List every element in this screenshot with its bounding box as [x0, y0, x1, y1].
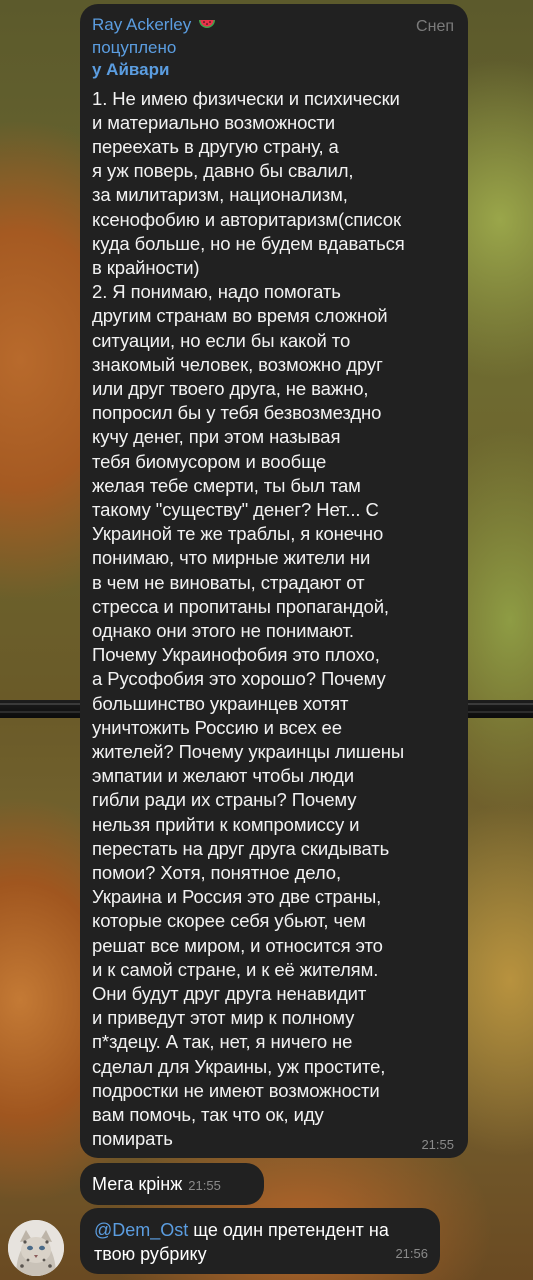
sender-tag: Снеп — [416, 18, 454, 35]
message-bubble[interactable]: @Dem_Ost ще один претендент на твою рубр… — [80, 1208, 440, 1274]
forwarded-message-bubble[interactable]: Ray Ackerley Снеп поцуплено у Айвари 1. … — [80, 4, 468, 1158]
message-text: 1. Не имею физически и психически и мате… — [92, 87, 405, 1150]
sender-name-row: Ray Ackerley — [92, 14, 452, 37]
forwarded-label: поцуплено — [92, 37, 177, 57]
message-time: 21:55 — [188, 1178, 221, 1193]
sender-name[interactable]: Ray Ackerley — [92, 15, 191, 34]
message-time: 21:55 — [421, 1137, 454, 1152]
user-mention-link[interactable]: @Dem_Ost — [94, 1220, 188, 1240]
forwarded-from[interactable]: у Айвари — [92, 59, 452, 81]
message-text: Мега крінж — [92, 1174, 183, 1194]
watermelon-icon — [198, 15, 216, 37]
message-time: 21:56 — [395, 1246, 428, 1261]
message-bubble[interactable]: Мега крінж 21:55 — [80, 1163, 264, 1205]
snow-leopard-avatar[interactable] — [8, 1220, 64, 1276]
